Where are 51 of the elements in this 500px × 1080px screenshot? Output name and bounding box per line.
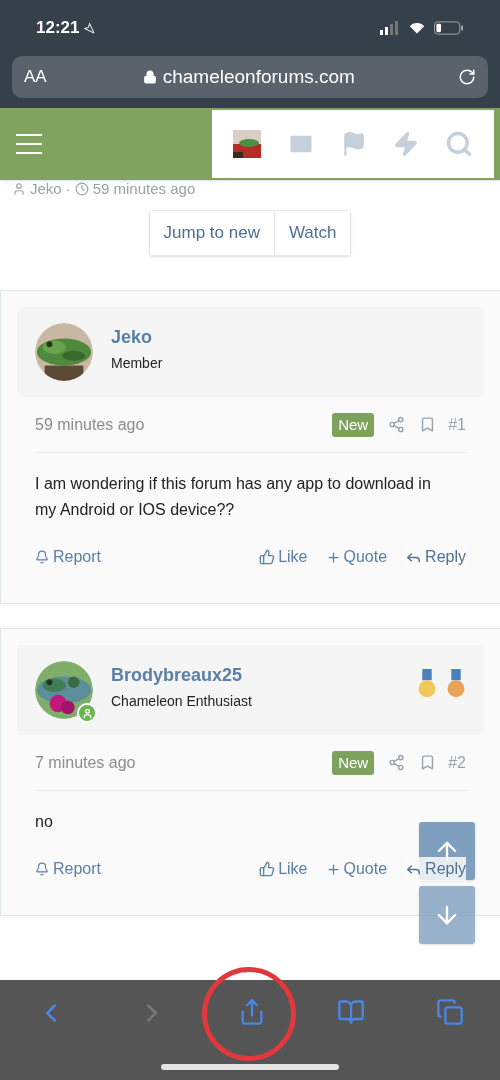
username-link[interactable]: Jeko: [111, 323, 163, 351]
watch-button[interactable]: Watch: [273, 211, 351, 255]
scroll-down-button[interactable]: [419, 886, 475, 944]
flag-icon[interactable]: [341, 131, 367, 157]
report-link[interactable]: Report: [35, 857, 102, 881]
quote-link[interactable]: Quote: [325, 545, 388, 569]
lock-icon: [142, 70, 157, 84]
username-link[interactable]: Brodybreaux25: [111, 661, 252, 689]
post-time[interactable]: 59 minutes ago: [35, 412, 145, 437]
post-body: I am wondering if this forum has any app to download in my Android or IOS device??: [35, 474, 432, 520]
wifi-icon: [408, 21, 426, 35]
user-title: Chameleon Enthusiast: [111, 692, 252, 711]
lightning-icon[interactable]: [393, 131, 419, 157]
reply-link[interactable]: Reply: [405, 857, 466, 881]
battery-icon: [434, 21, 464, 35]
address-bar[interactable]: AA chameleonforums.com: [12, 56, 488, 98]
clock-icon: [74, 182, 89, 196]
post-time[interactable]: 7 minutes ago: [35, 750, 136, 775]
like-link[interactable]: Like: [259, 545, 308, 569]
report-link[interactable]: Report: [35, 545, 102, 569]
share-icon[interactable]: [388, 416, 406, 433]
user-title: Member: [111, 354, 163, 373]
thread-time: 59 minutes ago: [92, 180, 196, 198]
share-icon[interactable]: [388, 754, 406, 771]
post-number[interactable]: #2: [448, 750, 466, 775]
post-body: no: [35, 812, 53, 832]
status-time: 12:21: [36, 17, 80, 40]
location-icon: [83, 22, 96, 34]
new-badge: New: [332, 412, 375, 437]
thumbs-up-icon: [259, 549, 276, 565]
quote-link[interactable]: Quote: [325, 857, 388, 881]
signal-icon: [380, 21, 400, 35]
plus-icon: [325, 549, 341, 565]
bell-icon: [35, 862, 49, 876]
reload-icon[interactable]: [458, 68, 476, 86]
menu-icon[interactable]: [16, 134, 42, 154]
bookmarks-icon[interactable]: [337, 998, 366, 1026]
url-text: chameleonforums.com: [162, 64, 355, 89]
thumbs-up-icon: [259, 861, 276, 877]
like-link[interactable]: Like: [259, 857, 308, 881]
post-number[interactable]: #1: [448, 412, 466, 437]
plus-icon: [325, 861, 341, 877]
thread-author[interactable]: Jeko: [30, 180, 62, 198]
search-icon[interactable]: [445, 130, 473, 158]
bell-icon: [35, 550, 49, 564]
tabs-icon[interactable]: [436, 998, 465, 1026]
new-badge: New: [332, 750, 375, 775]
jump-to-new-button[interactable]: Jump to new: [149, 211, 274, 255]
user-icon: [12, 182, 26, 196]
separator: ·: [65, 180, 71, 198]
text-size-button[interactable]: AA: [24, 64, 47, 90]
